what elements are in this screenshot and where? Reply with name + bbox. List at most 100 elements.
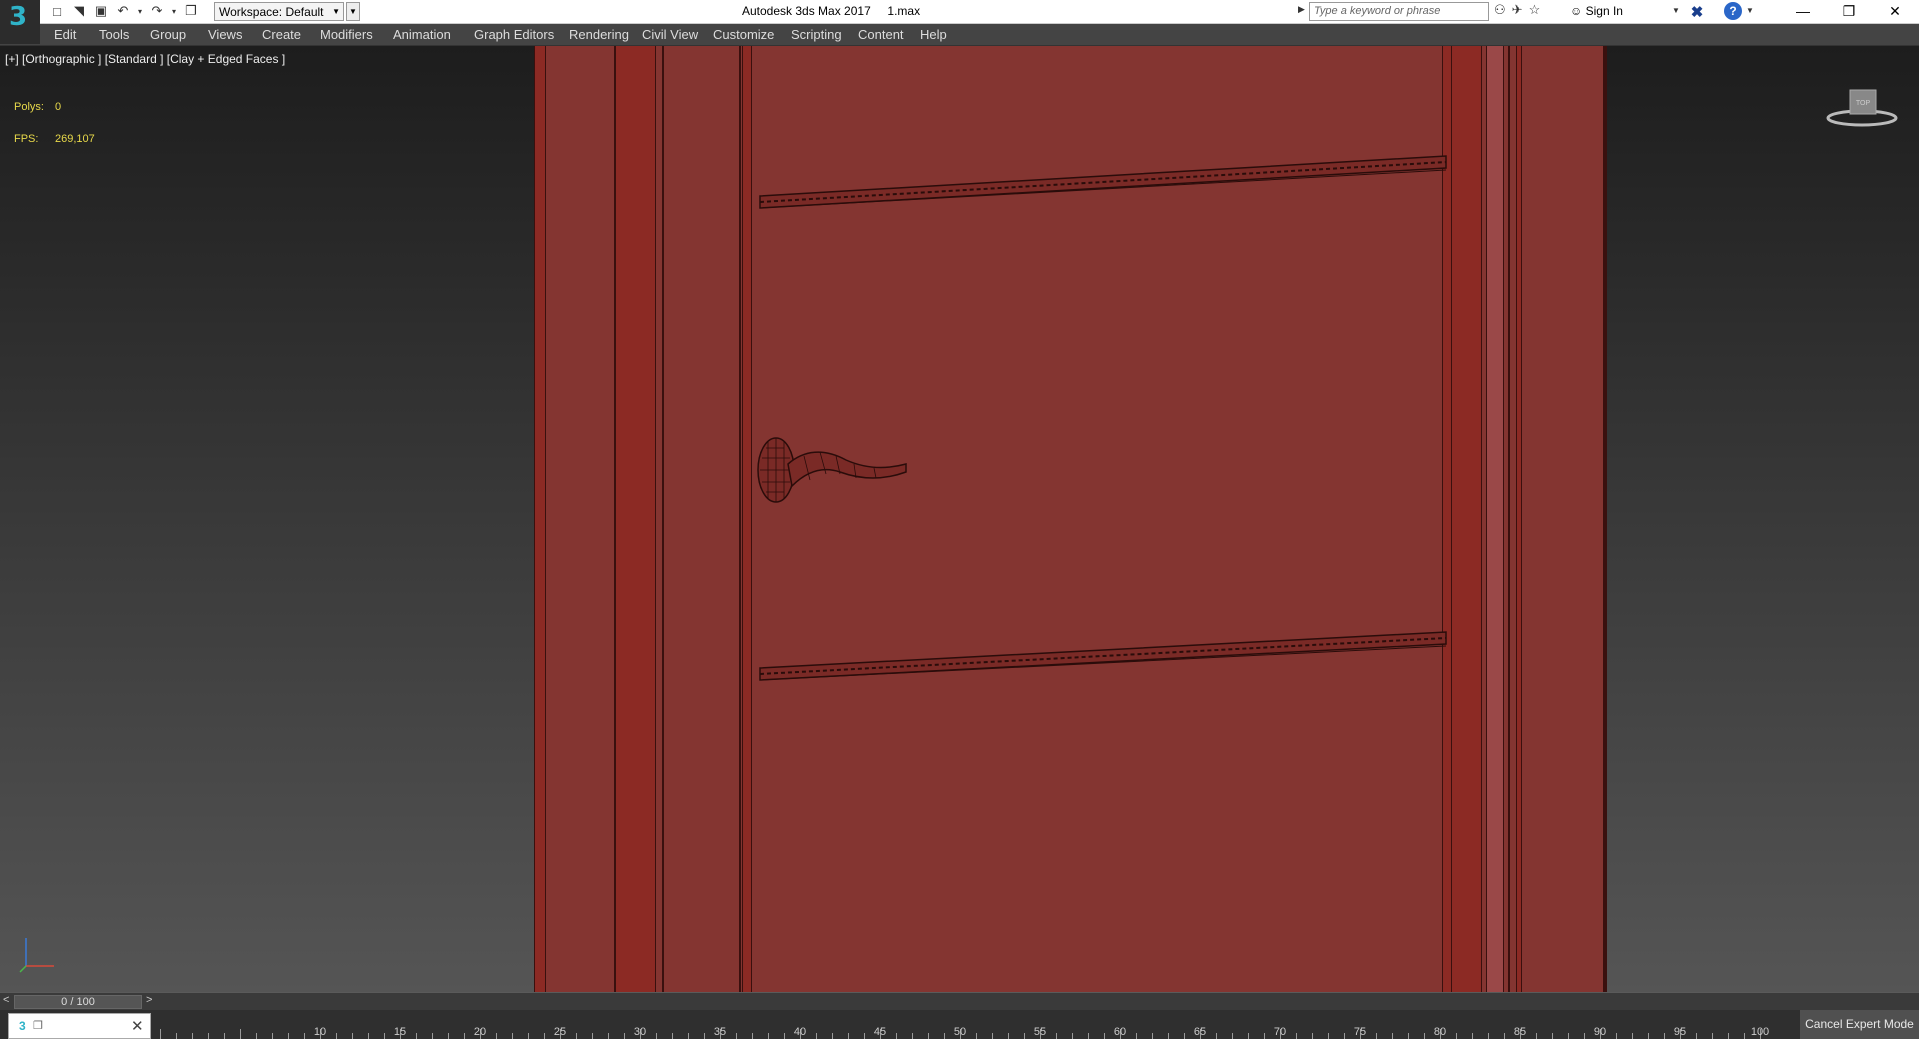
track-bar[interactable]: 10 15 20 25 30 35 40 45 50 55 60 65 70 75 80 85 90 95 100 [0,1010,1919,1039]
minimize-button[interactable]: — [1780,0,1826,24]
save-icon[interactable]: ▣ [92,2,110,20]
fps-value: 269,107 [55,133,95,145]
ruler-label: 80 [1433,1026,1447,1038]
menu-create[interactable]: Create [262,27,301,42]
help-button[interactable]: ? [1724,2,1742,20]
ruler-tick [208,1033,209,1039]
exchange-apps-icon[interactable]: ✖ [1688,3,1706,21]
viewport-label[interactable]: [+] [Orthographic ] [Standard ] [Clay + … [5,52,285,66]
menu-animation[interactable]: Animation [393,27,451,42]
app-logo[interactable]: 3 [0,0,40,44]
search-expand-icon[interactable]: ▶ [1298,4,1305,15]
project-folder-icon[interactable]: ❐ [182,2,200,20]
ruler-tick [976,1033,977,1039]
menu-help[interactable]: Help [920,27,947,42]
ruler-tick [1744,1033,1745,1039]
menu-views[interactable]: Views [208,27,242,42]
ruler-tick [1616,1033,1617,1039]
ruler-tick [1664,1033,1665,1039]
ruler-tick [1376,1033,1377,1039]
sign-in-dropdown-icon[interactable]: ▼ [1672,6,1680,15]
ruler-tick [816,1033,817,1039]
viewport-background-left[interactable] [0,46,534,992]
ruler-tick [784,1033,785,1039]
close-mini-icon[interactable]: ✕ [131,1017,144,1035]
restore-mini-icon[interactable]: ❐ [33,1019,43,1032]
ruler-tick [1696,1033,1697,1039]
ruler-label: 60 [1113,1026,1127,1038]
ruler-tick [352,1033,353,1039]
sign-in-button[interactable]: ☺ Sign In [1570,4,1623,18]
search-input[interactable]: Type a keyword or phrase [1309,2,1489,21]
customize-toolbar-icon[interactable]: ▼ [346,2,360,21]
ruler-tick [1504,1033,1505,1039]
ruler-tick [1728,1033,1729,1039]
app-mini-icon: 3 [19,1019,26,1033]
ruler-tick [1296,1033,1297,1039]
menu-tools[interactable]: Tools [99,27,129,42]
redo-icon[interactable]: ↷ [148,2,166,20]
close-button[interactable]: ✕ [1872,0,1918,24]
menu-content[interactable]: Content [858,27,904,42]
redo-dropdown-icon[interactable]: ▾ [170,2,178,20]
ruler-tick [736,1033,737,1039]
ruler-tick [912,1033,913,1039]
ruler-label: 20 [473,1026,487,1038]
axis-tripod-icon [19,938,54,973]
menu-edit[interactable]: Edit [54,27,76,42]
workspace-dropdown[interactable]: Workspace: Default ▼ [214,2,344,21]
menu-rendering[interactable]: Rendering [569,27,629,42]
maxscript-mini-listener[interactable]: 3 ❐ ✕ [8,1013,151,1039]
ruler-tick [192,1033,193,1039]
time-slider-bar: < 0 / 100 > [0,992,1919,1010]
ruler-tick [1104,1033,1105,1039]
help-dropdown-icon[interactable]: ▼ [1746,6,1754,15]
menu-scripting[interactable]: Scripting [791,27,842,42]
menu-civil-view[interactable]: Civil View [642,27,698,42]
ruler-label: 35 [713,1026,727,1038]
ruler-tick [768,1033,769,1039]
user-icon: ☺ [1570,4,1586,18]
ruler-tick [1184,1033,1185,1039]
polys-value: 0 [55,101,62,113]
ruler-tick [496,1033,497,1039]
ruler-tick [944,1033,945,1039]
menu-graph-editors[interactable]: Graph Editors [474,27,554,42]
next-frame-button[interactable]: > [146,994,152,1006]
viewcube-icon[interactable]: TOP [1826,86,1898,128]
ruler-tick [672,1033,673,1039]
ruler-tick [448,1033,449,1039]
ruler-tick [928,1033,929,1039]
time-slider[interactable]: 0 / 100 [14,995,142,1009]
upper-rail [759,155,1447,209]
ruler-tick [256,1033,257,1039]
favorites-star-icon[interactable]: ☆ [1529,2,1541,18]
ruler-tick [1392,1033,1393,1039]
menu-customize[interactable]: Customize [713,27,774,42]
undo-icon[interactable]: ↶ [114,2,132,20]
ruler-tick [1568,1033,1569,1039]
menu-group[interactable]: Group [150,27,186,42]
ruler-tick [896,1033,897,1039]
ruler-tick [1424,1033,1425,1039]
door-model[interactable] [534,46,1607,992]
ruler-tick [432,1033,433,1039]
menu-modifiers[interactable]: Modifiers [320,27,373,42]
prev-frame-button[interactable]: < [3,994,9,1006]
undo-dropdown-icon[interactable]: ▾ [136,2,144,20]
ruler-tick [512,1033,513,1039]
viewport-background-right[interactable] [1607,46,1919,992]
ruler-tick [304,1033,305,1039]
ruler-tick [864,1033,865,1039]
viewcube-label: TOP [1856,100,1871,107]
quick-access-toolbar: □ ◥ ▣ ↶ ▾ ↷ ▾ ❐ [48,2,200,20]
ruler-tick [336,1033,337,1039]
ruler-tick [1168,1033,1169,1039]
ruler-tick [1248,1033,1249,1039]
cancel-expert-mode-button[interactable]: Cancel Expert Mode [1800,1010,1919,1039]
communication-center-icon[interactable]: ✈ [1512,2,1523,18]
open-file-icon[interactable]: ◥ [70,2,88,20]
restore-button[interactable]: ❐ [1826,0,1872,24]
new-file-icon[interactable]: □ [48,2,66,20]
binoculars-icon[interactable]: ⚇ [1494,2,1506,18]
